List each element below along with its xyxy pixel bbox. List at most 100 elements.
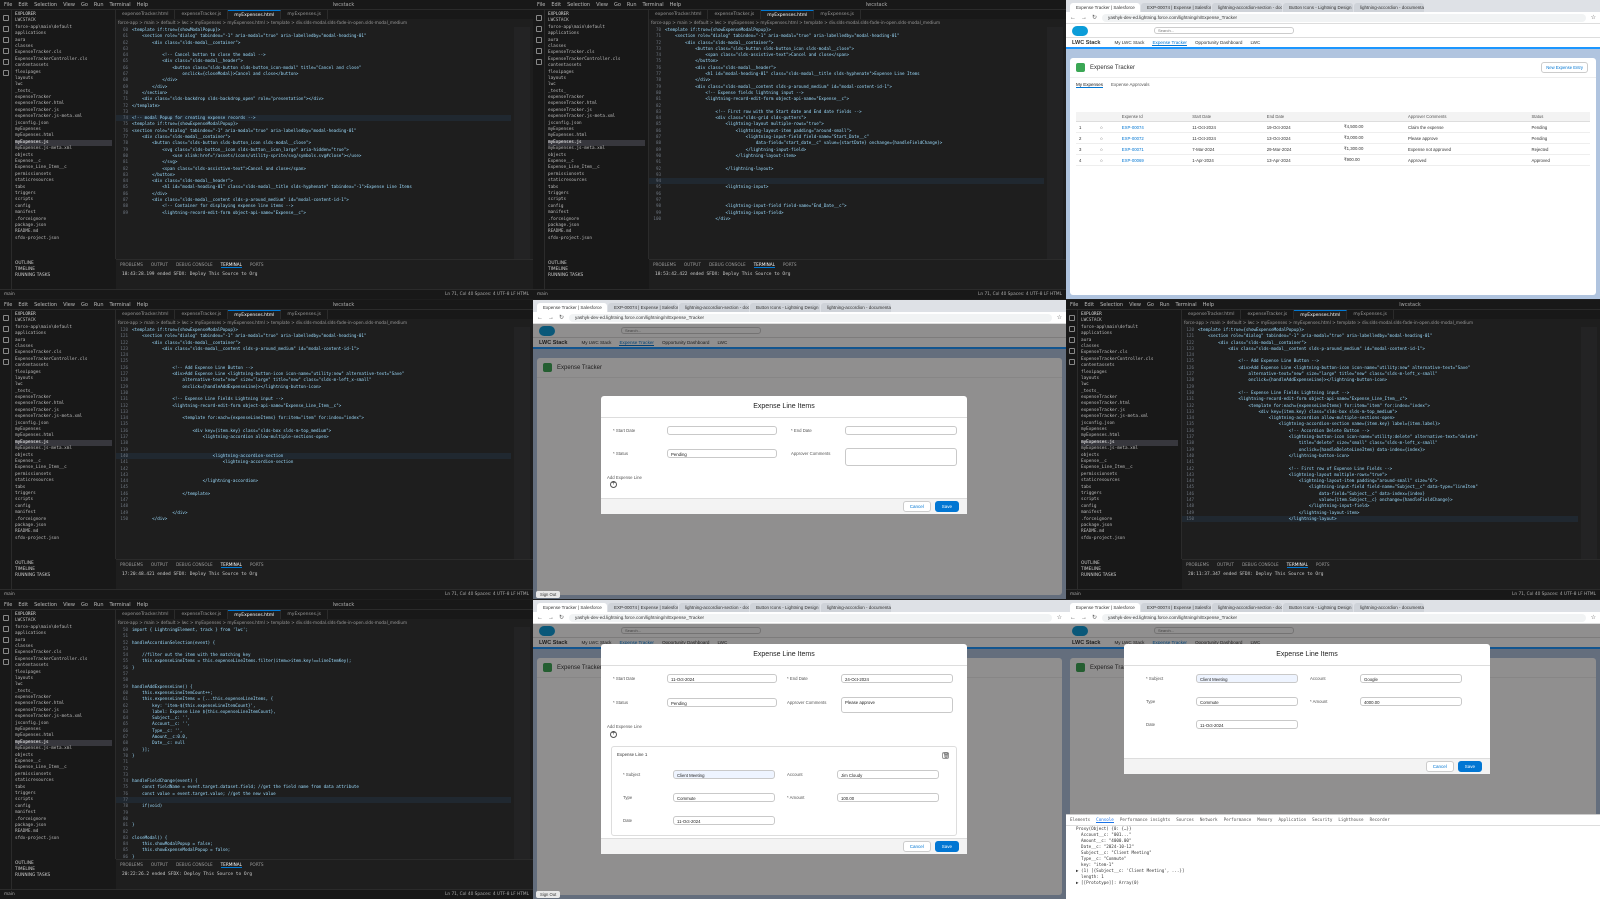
search-icon[interactable] xyxy=(536,26,542,32)
column-header[interactable] xyxy=(1340,112,1406,122)
sidebar-section-running-tasks[interactable]: RUNNING TASKS xyxy=(15,873,113,879)
panel-tab-terminal[interactable]: TERMINAL xyxy=(220,262,242,268)
menu-item-terminal[interactable]: Terminal xyxy=(643,2,664,8)
devtools-tab[interactable]: Network xyxy=(1200,817,1218,823)
browser-tab[interactable]: EXP-00074 | Expense | Salesforce xyxy=(1141,3,1211,12)
branch-status[interactable]: main xyxy=(4,592,15,597)
panel-tab-ports[interactable]: PORTS xyxy=(250,262,264,268)
branch-status[interactable]: main xyxy=(4,892,15,897)
reload-icon[interactable]: ↻ xyxy=(559,614,564,621)
sidebar-section-running-tasks[interactable]: RUNNING TASKS xyxy=(548,273,646,279)
browser-tab[interactable]: Expense Tracker | Salesforce xyxy=(537,603,607,612)
account-lookup[interactable]: Google xyxy=(1360,674,1462,683)
save-button[interactable]: Save xyxy=(1457,761,1482,772)
panel-tab-debug-console[interactable]: DEBUG CONSOLE xyxy=(1242,562,1279,568)
subject-input[interactable]: Client Meeting xyxy=(1196,674,1298,683)
row-radio[interactable]: ○ xyxy=(1097,121,1119,133)
url-field[interactable]: yashyk-dev-ed.lightning.force.com/lightn… xyxy=(569,613,1052,622)
panel-tab-problems[interactable]: PROBLEMS xyxy=(653,262,676,268)
cursor-status[interactable]: Ln 71, Col 40 Spaces: 4 UTF-8 LF HTML xyxy=(978,292,1062,297)
back-icon[interactable]: ← xyxy=(537,615,543,621)
menu-item-run[interactable]: Run xyxy=(94,302,104,308)
menu-item-go[interactable]: Go xyxy=(81,2,88,8)
cell-id[interactable]: EXP-00071 xyxy=(1118,143,1190,155)
menu-item-run[interactable]: Run xyxy=(94,602,104,608)
browser-tab[interactable]: Expense Tracker | Salesforce xyxy=(1070,603,1140,612)
editor-tab[interactable]: myExpenses.html xyxy=(1294,310,1348,319)
comments-textarea[interactable] xyxy=(845,448,957,466)
extensions-icon[interactable] xyxy=(3,359,9,365)
tab-expense-approvals[interactable]: Expense Approvals xyxy=(1111,82,1150,88)
run-debug-icon[interactable] xyxy=(1069,348,1075,354)
editor-tab[interactable]: expenseTracker.html xyxy=(116,610,176,619)
editor-tab[interactable]: expenseTracker.js xyxy=(175,310,229,319)
cancel-button[interactable]: Cancel xyxy=(1425,761,1454,772)
panel-tab-output[interactable]: OUTPUT xyxy=(151,262,168,268)
row-radio[interactable]: ○ xyxy=(1097,143,1119,155)
menu-item-edit[interactable]: Edit xyxy=(1084,302,1094,308)
back-icon[interactable]: ← xyxy=(537,315,543,321)
minimap[interactable] xyxy=(1047,27,1063,259)
sidebar-section-running-tasks[interactable]: RUNNING TASKS xyxy=(15,273,113,279)
panel-tab-debug-console[interactable]: DEBUG CONSOLE xyxy=(176,562,213,568)
table-row[interactable]: 3 ○ EXP-00071 7-Mar-2024 29-Mar-2024 ₹1,300.0… xyxy=(1076,143,1590,155)
menu-item-help[interactable]: Help xyxy=(137,602,148,608)
editor-tab[interactable]: expenseTracker.js xyxy=(1241,310,1295,319)
minimap[interactable] xyxy=(514,627,530,859)
menu-item-terminal[interactable]: Terminal xyxy=(1176,302,1197,308)
menu-item-terminal[interactable]: Terminal xyxy=(110,302,131,308)
panel-tab-ports[interactable]: PORTS xyxy=(250,562,264,568)
menu-item-help[interactable]: Help xyxy=(1203,302,1214,308)
browser-tab[interactable]: EXP-00074 | Expense | Salesforce xyxy=(608,303,678,312)
browser-tab[interactable]: lightning-accordion - documentation xyxy=(1354,603,1424,612)
nav-item[interactable]: LWC xyxy=(1250,40,1260,45)
sidebar-section-running-tasks[interactable]: RUNNING TASKS xyxy=(1081,573,1179,579)
menu-item-selection[interactable]: Selection xyxy=(34,2,57,8)
panel-tab-debug-console[interactable]: DEBUG CONSOLE xyxy=(176,862,213,868)
start-date-input[interactable]: 11-Oct-2024 xyxy=(667,674,777,683)
source-control-icon[interactable] xyxy=(1069,337,1075,343)
url-field[interactable]: yashyk-dev-ed.lightning.force.com/lightn… xyxy=(1102,613,1586,622)
nav-item[interactable]: Expense Tracker xyxy=(1152,40,1187,46)
panel-tab-problems[interactable]: PROBLEMS xyxy=(120,562,143,568)
explorer-item[interactable]: sfdx-project.json xyxy=(548,236,645,242)
panel-tab-problems[interactable]: PROBLEMS xyxy=(1186,562,1209,568)
browser-tab[interactable]: lightning-accordion - documentation xyxy=(821,303,891,312)
editor-tab[interactable]: myExpenses.js xyxy=(1347,310,1394,319)
panel-tab-terminal[interactable]: TERMINAL xyxy=(220,562,242,568)
editor-tab[interactable]: expenseTracker.js xyxy=(175,610,229,619)
save-button[interactable]: Save xyxy=(934,841,959,852)
menu-item-view[interactable]: View xyxy=(63,602,75,608)
cancel-button[interactable]: Cancel xyxy=(902,841,931,852)
editor-tab[interactable]: myExpenses.html xyxy=(228,10,282,19)
menu-item-run[interactable]: Run xyxy=(627,2,637,8)
explorer-item[interactable]: sfdx-project.json xyxy=(15,236,112,242)
menu-item-selection[interactable]: Selection xyxy=(34,302,57,308)
reload-icon[interactable]: ↻ xyxy=(1092,614,1097,621)
table-row[interactable]: 1 ○ EXP-00074 11-Oct-2024 19-Oct-2024 ₹4,500.… xyxy=(1076,121,1590,133)
editor-tab[interactable]: expenseTracker.js xyxy=(708,10,762,19)
table-row[interactable]: 4 ○ EXP-00069 1-Apr-2024 13-Apr-2024 ₹900.00 A… xyxy=(1076,154,1590,166)
browser-tab[interactable]: Button Icons - Lightning Design xyxy=(1283,3,1353,12)
amount-input[interactable]: 100.00 xyxy=(837,793,939,802)
branch-status[interactable]: main xyxy=(537,292,548,297)
menu-item-view[interactable]: View xyxy=(596,2,608,8)
devtools-tab[interactable]: Lighthouse xyxy=(1338,817,1363,823)
row-radio[interactable]: ○ xyxy=(1097,154,1119,166)
menu-item-edit[interactable]: Edit xyxy=(18,302,28,308)
taskbar-item[interactable]: Sign Out xyxy=(536,891,561,898)
menu-item-file[interactable]: File xyxy=(537,2,545,8)
code-editor[interactable]: 70 <template if:true={showExpenseModalPop… xyxy=(649,27,1044,259)
nav-item[interactable]: Opportunity Dashboard xyxy=(1195,40,1243,45)
panel-tab-problems[interactable]: PROBLEMS xyxy=(120,262,143,268)
column-header[interactable]: Approver Comments xyxy=(1405,112,1529,122)
browser-tab[interactable]: EXP-00074 | Expense | Salesforce xyxy=(1141,603,1211,612)
editor-tab[interactable]: expenseTracker.html xyxy=(649,10,709,19)
panel-tab-terminal[interactable]: TERMINAL xyxy=(220,862,242,868)
explorer-icon[interactable] xyxy=(3,615,9,621)
panel-tab-output[interactable]: OUTPUT xyxy=(684,262,701,268)
search-icon[interactable] xyxy=(3,326,9,332)
code-editor[interactable]: 60 <template if:true={showModalPopup}> 61 … xyxy=(116,27,511,259)
devtools-tab[interactable]: Performance xyxy=(1224,817,1252,823)
cursor-status[interactable]: Ln 71, Col 40 Spaces: 4 UTF-8 LF HTML xyxy=(1512,592,1596,597)
